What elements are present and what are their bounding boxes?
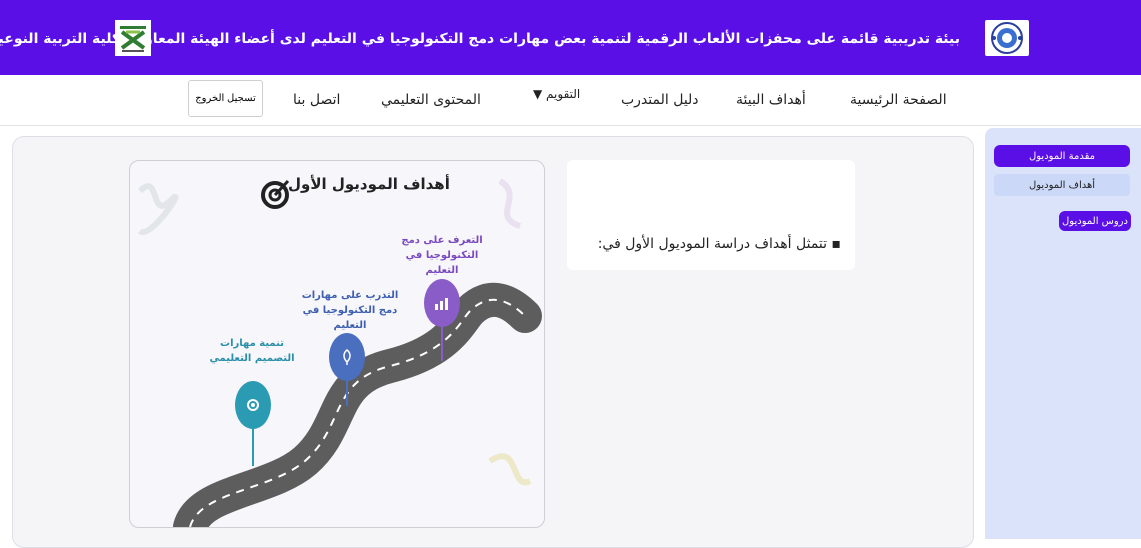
goal-3-badge xyxy=(235,381,271,429)
goal-2-badge xyxy=(329,333,365,381)
faculty-logo[interactable] xyxy=(115,20,151,56)
goal-1-badge xyxy=(424,279,460,327)
goals-intro-box: ▪ تتمثل أهداف دراسة الموديول الأول في: xyxy=(567,160,855,270)
nav-environment-goals[interactable]: أهداف البيئة xyxy=(736,92,806,108)
university-logo[interactable] xyxy=(985,20,1029,56)
goals-intro-label: تتمثل أهداف دراسة الموديول الأول في: xyxy=(597,236,828,252)
module-sidebar: مقدمة الموديول أهداف الموديول دروس المود… xyxy=(985,128,1141,539)
goals-intro-text: ▪ تتمثل أهداف دراسة الموديول الأول في: xyxy=(597,236,841,252)
nav-educational-content[interactable]: المحتوى التعليمي xyxy=(381,92,481,108)
nav-evaluation-dropdown[interactable]: التقويم ▼ xyxy=(533,87,580,101)
module-goals-infographic: أهداف الموديول الأول التعرف على دمج التك… xyxy=(129,160,545,528)
goal-3-label: تنمية مهارات التصميم التعليمي xyxy=(209,338,295,364)
gear-icon xyxy=(247,399,259,411)
sidebar-item-module-goals[interactable]: أهداف الموديول xyxy=(994,174,1130,196)
sidebar-item-module-lessons[interactable]: دروس الموديول xyxy=(1059,211,1131,231)
rocket-icon xyxy=(343,349,351,365)
nav-trainee-guide[interactable]: دليل المتدرب xyxy=(621,92,699,108)
target-icon xyxy=(261,179,290,209)
site-header: بيئة تدريبية قائمة على محفزات الألعاب ال… xyxy=(0,0,1141,75)
logout-button[interactable]: تسجيل الخروج xyxy=(188,80,263,117)
site-title: بيئة تدريبية قائمة على محفزات الألعاب ال… xyxy=(0,31,960,47)
nav-contact-us[interactable]: اتصل بنا xyxy=(293,92,340,108)
sidebar-item-module-intro[interactable]: مقدمة الموديول xyxy=(994,145,1130,167)
globe-logo-icon xyxy=(991,22,1023,54)
main-nav: الصفحة الرئيسية أهداف البيئة دليل المتدر… xyxy=(0,75,1141,126)
nav-home[interactable]: الصفحة الرئيسية xyxy=(850,92,947,108)
infographic-title: أهداف الموديول الأول xyxy=(288,175,450,193)
goal-1-label: التعرف على دمج التكنولوجيا في التعليم xyxy=(401,235,483,276)
faculty-logo-icon xyxy=(120,26,146,52)
goal-2-label: التدرب على مهارات دمج التكنولوجيا في الت… xyxy=(301,290,399,331)
chart-icon xyxy=(435,298,448,310)
